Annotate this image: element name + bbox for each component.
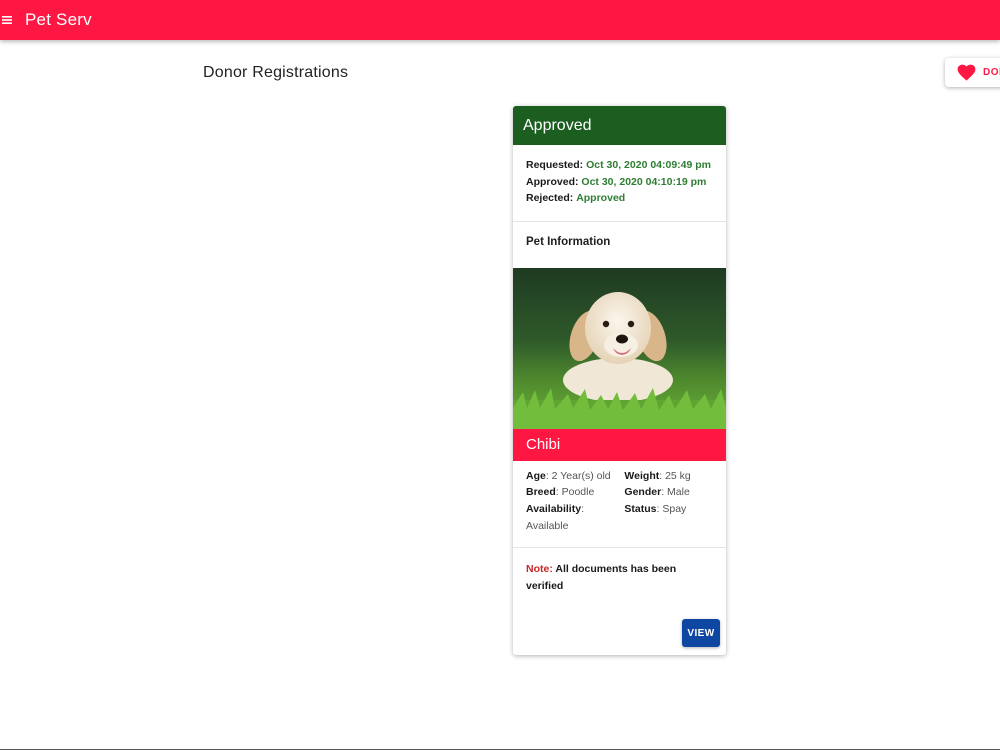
requested-value: Oct 30, 2020 04:09:49 pm xyxy=(586,159,712,171)
approved-value: Oct 30, 2020 04:10:19 pm xyxy=(581,175,707,188)
donate-button[interactable]: DONATE xyxy=(945,58,1000,87)
pet-photo xyxy=(513,267,726,429)
status-header: Approved xyxy=(513,106,726,145)
gender-label: Gender xyxy=(624,486,662,499)
hamburger-menu-icon xyxy=(2,16,12,24)
gender-value: : Male xyxy=(661,486,690,499)
breed-value: : Poodle xyxy=(555,486,595,499)
availability-row: Availability: xyxy=(526,501,624,518)
donate-label: DONATE xyxy=(983,67,1000,78)
weight-row: Weight: 25 kg xyxy=(624,468,713,485)
approved-label: Approved: xyxy=(526,175,579,188)
gender-row: Gender: Male xyxy=(624,484,713,501)
verification-note: Note: All documents has been verified xyxy=(513,548,726,594)
menu-button[interactable] xyxy=(0,0,14,40)
pet-name: Chibi xyxy=(513,428,726,461)
heart-icon xyxy=(957,64,976,81)
status-value: : Spay xyxy=(656,502,687,515)
app-title: Pet Serv xyxy=(25,10,92,29)
donor-registration-card: Approved Requested: Oct 30, 2020 04:09:4… xyxy=(513,106,726,655)
age-value: : 2 Year(s) old xyxy=(545,469,611,482)
availability-value: Available xyxy=(526,519,569,532)
app-bar: Pet Serv xyxy=(0,0,1000,40)
rejected-row: Rejected: Approved xyxy=(526,190,713,207)
age-label: Age xyxy=(526,469,546,482)
status-dates: Requested: Oct 30, 2020 04:09:49 pm Appr… xyxy=(513,145,726,222)
requested-label: Requested: xyxy=(526,159,584,171)
requested-row: Requested: Oct 30, 2020 04:09:49 pm xyxy=(526,157,713,174)
status-label: Status xyxy=(624,502,657,515)
breed-row: Breed: Poodle xyxy=(526,484,624,501)
view-button[interactable]: VIEW xyxy=(682,619,720,647)
page-title: Donor Registrations xyxy=(203,64,349,81)
availability-separator: : xyxy=(581,502,584,515)
rejected-label: Rejected: xyxy=(526,192,574,205)
status-row: Status: Spay xyxy=(624,501,713,518)
weight-value: : 25 kg xyxy=(659,469,691,482)
availability-label: Availability xyxy=(526,502,582,515)
pet-information-title: Pet Information xyxy=(526,235,611,248)
rejected-value: Approved xyxy=(576,192,626,205)
note-label: Note: xyxy=(526,563,553,576)
age-row: Age: 2 Year(s) old xyxy=(526,468,624,485)
breed-label: Breed xyxy=(526,486,556,499)
approved-row: Approved: Oct 30, 2020 04:10:19 pm xyxy=(526,174,713,191)
pet-details: Age: 2 Year(s) old Breed: Poodle Availab… xyxy=(513,461,726,549)
weight-label: Weight xyxy=(624,469,660,482)
